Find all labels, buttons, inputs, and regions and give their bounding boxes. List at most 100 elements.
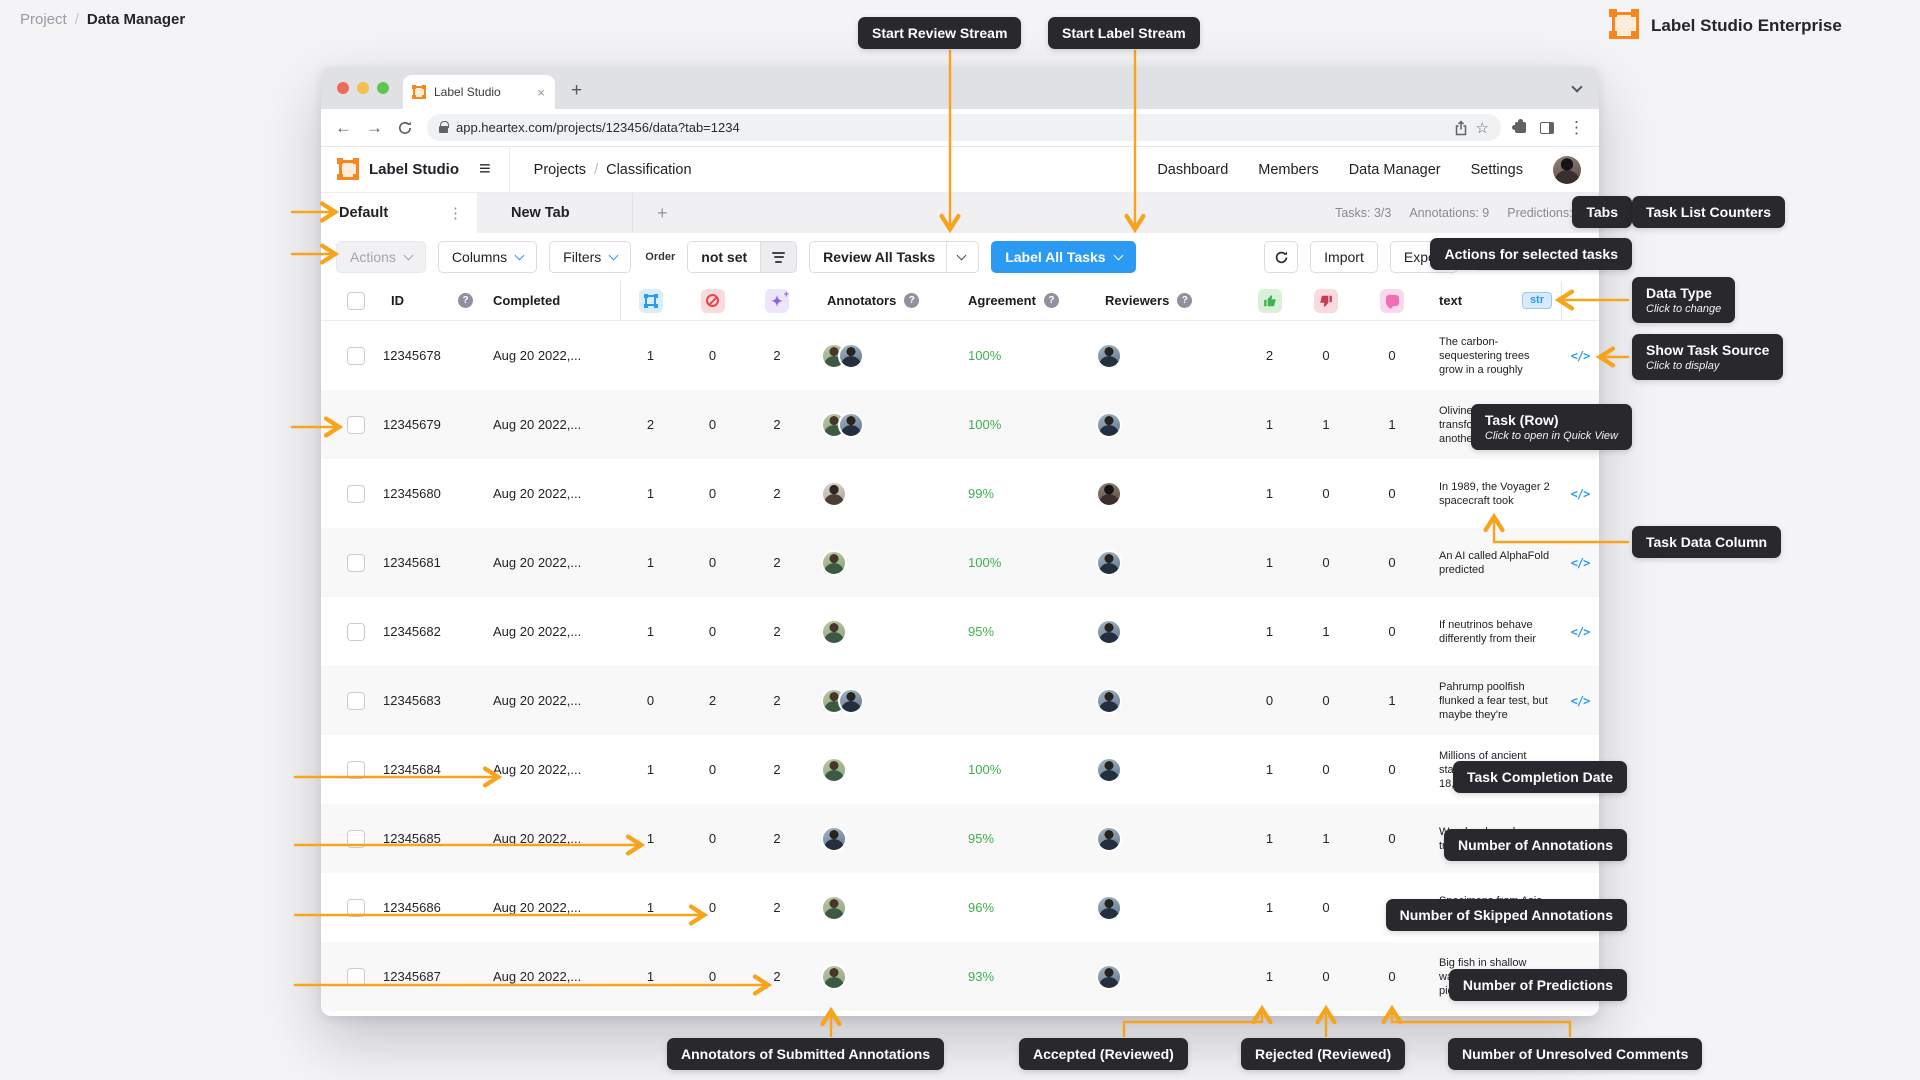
table-row[interactable]: 12345680Aug 20 2022,...10299%100In 1989,…: [321, 459, 1599, 528]
reload-icon[interactable]: [397, 120, 413, 136]
nav-data-manager[interactable]: Data Manager: [1349, 162, 1441, 178]
add-view-tab-button[interactable]: +: [657, 203, 668, 224]
new-tab-button[interactable]: +: [571, 80, 582, 102]
help-icon[interactable]: ?: [1177, 293, 1192, 308]
sort-direction-icon[interactable]: [760, 242, 796, 272]
task-source-icon[interactable]: </>: [1561, 487, 1599, 501]
row-checkbox[interactable]: [321, 416, 377, 434]
nav-dashboard[interactable]: Dashboard: [1157, 162, 1228, 178]
column-agreement[interactable]: Agreement ?: [961, 293, 1089, 308]
address-bar[interactable]: app.heartex.com/projects/123456/data?tab…: [427, 114, 1501, 141]
checkbox-icon[interactable]: [347, 761, 365, 779]
checkbox-icon[interactable]: [347, 692, 365, 710]
filters-button[interactable]: Filters: [549, 241, 631, 273]
chevron-down-icon[interactable]: [1113, 250, 1123, 260]
checkbox-icon[interactable]: [347, 485, 365, 503]
bookmark-star-icon[interactable]: ☆: [1476, 119, 1489, 137]
back-icon[interactable]: ←: [335, 119, 352, 136]
row-checkbox[interactable]: [321, 968, 377, 986]
checkbox-icon[interactable]: [347, 830, 365, 848]
chevron-down-icon[interactable]: [1571, 81, 1582, 92]
order-value[interactable]: not set: [688, 242, 760, 272]
table-row[interactable]: 12345681Aug 20 2022,...102100%100An AI c…: [321, 528, 1599, 597]
column-id[interactable]: ID ?: [377, 293, 485, 308]
column-text[interactable]: text str: [1425, 292, 1561, 309]
checkbox-icon[interactable]: [347, 968, 365, 986]
column-skipped-annotations[interactable]: [680, 289, 745, 313]
nav-members[interactable]: Members: [1258, 162, 1318, 178]
refresh-button[interactable]: [1264, 241, 1298, 273]
column-annotators[interactable]: Annotators ?: [809, 293, 961, 308]
checkbox-icon[interactable]: [347, 554, 365, 572]
column-completed[interactable]: Completed: [485, 281, 621, 320]
table-row[interactable]: 12345687Aug 20 2022,...10293%100Big fish…: [321, 942, 1599, 1011]
extensions-icon[interactable]: [1515, 122, 1526, 133]
table-row[interactable]: 12345684Aug 20 2022,...102100%100Million…: [321, 735, 1599, 804]
nav-settings[interactable]: Settings: [1471, 162, 1523, 178]
row-checkbox[interactable]: [321, 692, 377, 710]
task-completed-date: Aug 20 2022,...: [485, 900, 621, 915]
hamburger-menu-icon[interactable]: ≡: [479, 158, 491, 181]
task-source-icon[interactable]: </>: [1561, 625, 1599, 639]
browser-menu-icon[interactable]: ⋮: [1568, 118, 1585, 138]
row-checkbox[interactable]: [321, 761, 377, 779]
breadcrumb-parent[interactable]: Project: [20, 11, 67, 28]
sidebar-icon[interactable]: [1540, 122, 1554, 134]
order-control[interactable]: not set: [687, 241, 797, 273]
column-rejected[interactable]: [1293, 289, 1359, 313]
checkbox-icon[interactable]: [347, 416, 365, 434]
task-source-icon[interactable]: </>: [1561, 349, 1599, 363]
help-icon[interactable]: ?: [904, 293, 919, 308]
tab-menu-icon[interactable]: ⋮: [448, 204, 463, 222]
row-checkbox[interactable]: [321, 554, 377, 572]
help-icon[interactable]: ?: [1044, 293, 1059, 308]
close-window-icon[interactable]: [337, 82, 349, 94]
row-checkbox[interactable]: [321, 623, 377, 641]
select-all-checkbox[interactable]: [321, 292, 377, 310]
task-source-icon[interactable]: </>: [1561, 694, 1599, 708]
column-annotations-count[interactable]: [621, 289, 680, 313]
table-row[interactable]: 12345679Aug 20 2022,...202100%111Olivine…: [321, 390, 1599, 459]
column-annotators-label: Annotators: [827, 293, 896, 308]
checkbox-icon[interactable]: [347, 347, 365, 365]
task-source-icon[interactable]: </>: [1561, 556, 1599, 570]
browser-tab[interactable]: Label Studio ×: [403, 75, 555, 109]
row-checkbox[interactable]: [321, 347, 377, 365]
maximize-window-icon[interactable]: [377, 82, 389, 94]
close-tab-icon[interactable]: ×: [537, 85, 545, 100]
review-all-tasks-button[interactable]: Review All Tasks: [809, 241, 979, 273]
column-predictions[interactable]: ✦: [745, 289, 809, 313]
url-text[interactable]: app.heartex.com/projects/123456/data?tab…: [456, 120, 1446, 135]
app-brand[interactable]: Label Studio: [339, 160, 459, 180]
row-checkbox[interactable]: [321, 830, 377, 848]
data-type-badge[interactable]: str: [1522, 292, 1552, 309]
column-comments[interactable]: [1359, 289, 1425, 313]
table-row[interactable]: 12345683Aug 20 2022,...022001Pahrump poo…: [321, 666, 1599, 735]
column-accepted[interactable]: [1246, 289, 1293, 313]
forward-icon[interactable]: →: [366, 119, 383, 136]
chevron-down-icon[interactable]: [957, 250, 967, 260]
window-controls[interactable]: [337, 82, 389, 94]
table-row[interactable]: 12345682Aug 20 2022,...10295%110If neutr…: [321, 597, 1599, 666]
actions-button[interactable]: Actions: [336, 241, 426, 273]
help-icon[interactable]: ?: [458, 293, 473, 308]
user-avatar[interactable]: [1553, 156, 1581, 184]
minimize-window-icon[interactable]: [357, 82, 369, 94]
row-checkbox[interactable]: [321, 485, 377, 503]
label-all-tasks-button[interactable]: Label All Tasks: [991, 241, 1135, 273]
column-reviewers[interactable]: Reviewers ?: [1089, 293, 1246, 308]
row-checkbox[interactable]: [321, 899, 377, 917]
table-row[interactable]: 12345685Aug 20 2022,...10295%110Woodpeck…: [321, 804, 1599, 873]
tab-default[interactable]: Default ⋮: [321, 193, 477, 233]
comments-icon: [1380, 289, 1404, 313]
columns-button[interactable]: Columns: [438, 241, 537, 273]
table-row[interactable]: 12345678Aug 20 2022,...102100%200The car…: [321, 321, 1599, 390]
checkbox-icon[interactable]: [347, 623, 365, 641]
checkbox-icon[interactable]: [347, 292, 365, 310]
projects-link[interactable]: Projects: [534, 162, 586, 178]
callout-title: Number of Skipped Annotations: [1400, 906, 1613, 924]
share-icon[interactable]: [1454, 120, 1468, 136]
checkbox-icon[interactable]: [347, 899, 365, 917]
tab-new-tab[interactable]: New Tab: [477, 193, 633, 233]
import-button[interactable]: Import: [1310, 241, 1378, 273]
